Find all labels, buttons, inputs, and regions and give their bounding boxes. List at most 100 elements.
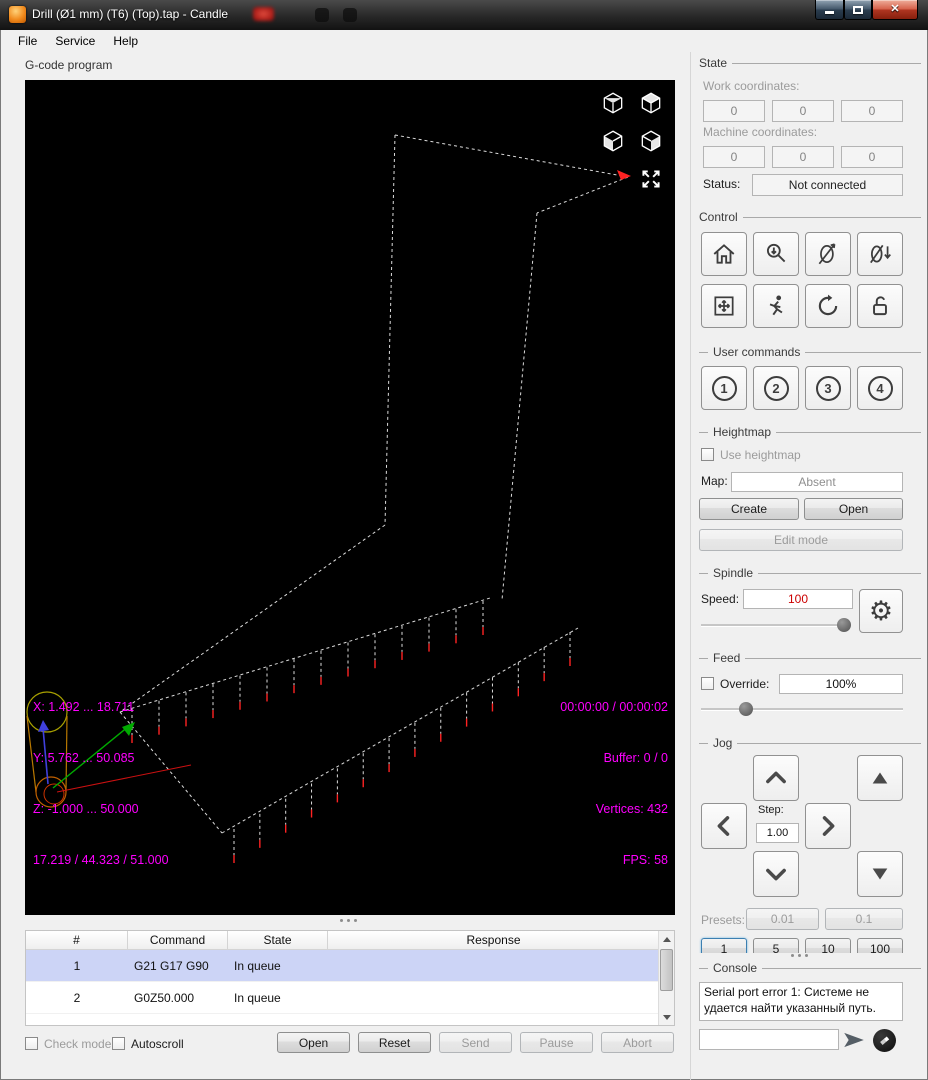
col-header-response[interactable]: Response xyxy=(328,931,659,949)
jog-y-plus-button[interactable] xyxy=(753,755,799,801)
jog-y-minus-button[interactable] xyxy=(753,851,799,897)
open-file-button[interactable]: Open xyxy=(277,1032,350,1053)
feed-slider-handle[interactable] xyxy=(739,702,753,716)
check-mode-checkbox xyxy=(25,1037,38,1050)
safe-position-button[interactable] xyxy=(753,284,799,328)
jog-preset-5-button[interactable]: 5 xyxy=(753,938,799,953)
unlock-padlock-icon xyxy=(873,296,887,316)
table-row[interactable]: 1 G21 G17 G90 In queue xyxy=(26,950,659,982)
unlock-button[interactable] xyxy=(857,284,903,328)
chevron-right-icon xyxy=(822,816,835,836)
machine-y-field: 0 xyxy=(772,146,834,168)
home-button[interactable] xyxy=(701,232,747,276)
work-x-field: 0 xyxy=(703,100,765,122)
jog-preset-100-button[interactable]: 100 xyxy=(857,938,903,953)
machine-z-field: 0 xyxy=(841,146,903,168)
jog-x-plus-button[interactable] xyxy=(805,803,851,849)
view-isometric-button[interactable] xyxy=(598,88,628,118)
gcode-program-group-label: G-code program xyxy=(25,58,113,72)
spindle-slider-handle[interactable] xyxy=(837,618,851,632)
console-group-title: Console xyxy=(699,961,921,975)
table-scrollbar[interactable] xyxy=(658,931,674,1025)
autoscroll-checkbox[interactable] xyxy=(112,1037,125,1050)
panel-splitter-handle[interactable] xyxy=(791,954,808,957)
feed-override-input[interactable] xyxy=(779,674,903,694)
reset-grbl-button[interactable] xyxy=(805,284,851,328)
zero-z-icon xyxy=(870,244,891,264)
circled-1-icon: 1 xyxy=(711,375,737,401)
recording-indicator-artifact xyxy=(253,7,274,21)
circled-3-icon: 3 xyxy=(815,375,841,401)
window-title: Drill (Ø1 mm) (T6) (Top).tap - Candle xyxy=(32,7,229,21)
reset-button[interactable]: Reset xyxy=(358,1032,431,1053)
console-clear-button[interactable] xyxy=(873,1029,896,1052)
console-command-input[interactable] xyxy=(699,1029,839,1050)
menu-file[interactable]: File xyxy=(9,30,46,52)
maximize-button[interactable] xyxy=(844,0,872,20)
gear-icon: ⚙ xyxy=(868,595,894,627)
send-button: Send xyxy=(439,1032,512,1053)
jog-step-label: Step: xyxy=(758,804,784,816)
heightmap-open-button[interactable]: Open xyxy=(804,498,903,520)
spindle-speed-slider[interactable] xyxy=(701,624,851,627)
user-command-1-button[interactable]: 1 xyxy=(701,366,747,410)
console-send-button[interactable] xyxy=(843,1032,865,1053)
maximize-icon xyxy=(853,6,863,14)
feed-override-label: Override: xyxy=(720,677,770,691)
autoscroll-label: Autoscroll xyxy=(131,1037,184,1051)
paper-plane-icon xyxy=(844,1032,864,1048)
user-command-4-button[interactable]: 4 xyxy=(857,366,903,410)
feed-override-slider[interactable] xyxy=(701,708,903,711)
application-window: Drill (Ø1 mm) (T6) (Top).tap - Candle ✕ … xyxy=(0,0,928,1080)
table-row[interactable]: 2 G0Z50.000 In queue xyxy=(26,982,659,1014)
user-command-2-button[interactable]: 2 xyxy=(753,366,799,410)
feed-override-checkbox[interactable] xyxy=(701,677,714,690)
map-label: Map: xyxy=(701,474,728,488)
spindle-speed-label: Speed: xyxy=(701,592,740,606)
restore-origin-icon xyxy=(714,296,734,316)
scrollbar-thumb[interactable] xyxy=(660,949,673,991)
spindle-toggle-button[interactable]: ⚙ xyxy=(859,589,903,633)
minimize-button[interactable] xyxy=(815,0,844,20)
toolpath-3d-viewport[interactable]: X: 1.492 ... 18.711 Y: 5.762 ... 50.085 … xyxy=(25,80,675,915)
titlebar[interactable]: Drill (Ø1 mm) (T6) (Top).tap - Candle ✕ xyxy=(0,0,928,30)
z-probe-button[interactable] xyxy=(753,232,799,276)
scroll-down-button[interactable] xyxy=(659,1009,674,1025)
jog-z-plus-button[interactable] xyxy=(857,755,903,801)
zero-xy-button[interactable] xyxy=(805,232,851,276)
work-y-field: 0 xyxy=(772,100,834,122)
jog-preset-10-button[interactable]: 10 xyxy=(805,938,851,953)
user-commands-group-title: User commands xyxy=(699,345,921,359)
table-row[interactable]: 3 X18.711Y50.0856 In queue xyxy=(26,1014,659,1025)
jog-preset-1-button[interactable]: 1 xyxy=(701,938,747,953)
chevron-down-icon xyxy=(766,868,786,881)
fit-to-view-button[interactable] xyxy=(636,164,666,194)
use-heightmap-label: Use heightmap xyxy=(720,448,801,462)
view-top-button[interactable] xyxy=(636,88,666,118)
table-header-row: # Command State Response xyxy=(26,931,659,950)
zero-z-button[interactable] xyxy=(857,232,903,276)
col-header-state[interactable]: State xyxy=(228,931,328,949)
jog-z-minus-button[interactable] xyxy=(857,851,903,897)
close-button[interactable]: ✕ xyxy=(872,0,918,20)
scroll-up-button[interactable] xyxy=(659,931,674,947)
view-left-button[interactable] xyxy=(636,126,666,156)
map-value-field: Absent xyxy=(731,472,903,492)
menu-help[interactable]: Help xyxy=(104,30,147,52)
restore-origin-button[interactable] xyxy=(701,284,747,328)
spindle-speed-input[interactable] xyxy=(743,589,853,609)
jog-group-title: Jog xyxy=(699,736,921,750)
jog-x-minus-button[interactable] xyxy=(701,803,747,849)
col-header-command[interactable]: Command xyxy=(128,931,228,949)
vertical-splitter-handle[interactable] xyxy=(340,919,357,922)
render-stats-info: 00:00:00 / 00:00:02 Buffer: 0 / 0 Vertic… xyxy=(560,700,668,867)
heightmap-create-button[interactable]: Create xyxy=(699,498,799,520)
jog-step-input[interactable] xyxy=(756,823,799,843)
home-icon xyxy=(713,244,735,264)
col-header-num[interactable]: # xyxy=(26,931,128,949)
view-front-button[interactable] xyxy=(598,126,628,156)
user-command-3-button[interactable]: 3 xyxy=(805,366,851,410)
pause-button: Pause xyxy=(520,1032,593,1053)
console-log[interactable]: Serial port error 1: Системе не удается … xyxy=(699,982,903,1021)
menu-service[interactable]: Service xyxy=(46,30,104,52)
